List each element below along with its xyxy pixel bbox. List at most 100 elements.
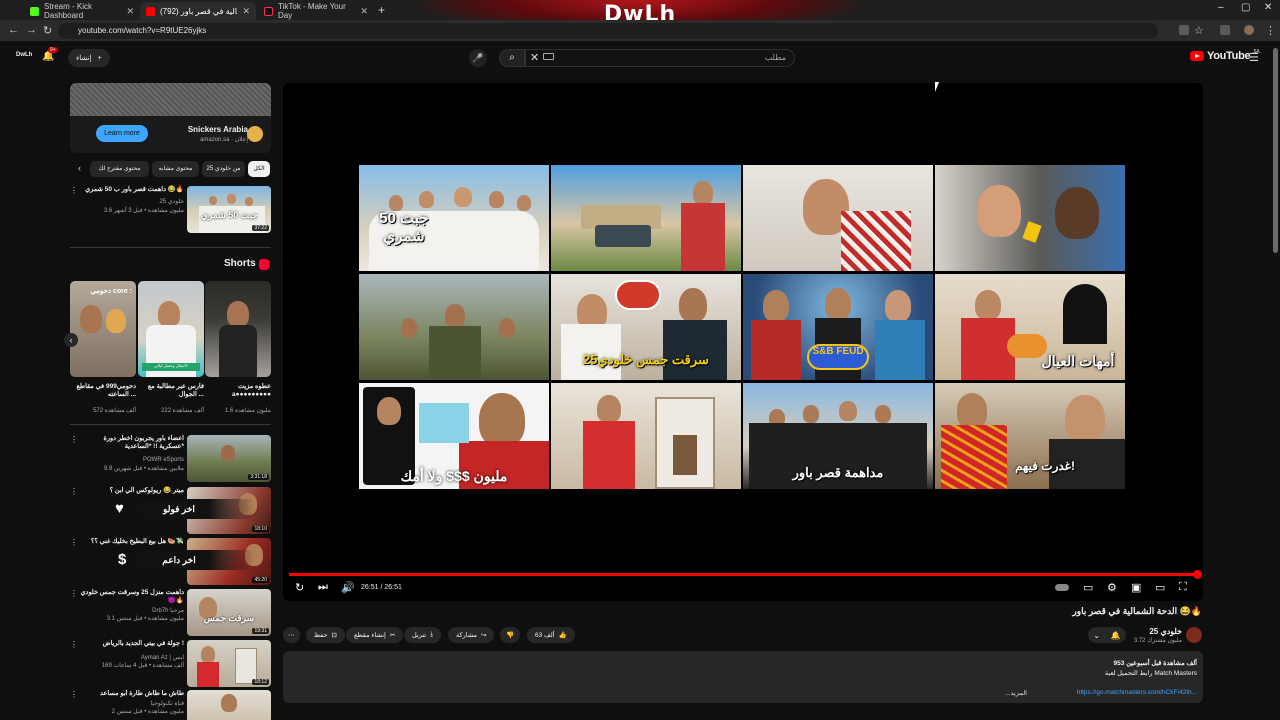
search-button[interactable]: ⌕ (499, 49, 525, 67)
channel-avatar[interactable] (1186, 627, 1202, 643)
short-thumbnail[interactable] (205, 281, 271, 377)
new-tab-button[interactable]: + (378, 3, 385, 17)
subscribed-button[interactable]: ⌄ 🔔 (1088, 627, 1126, 643)
autoplay-toggle[interactable] (1055, 584, 1069, 591)
chip-recommended[interactable]: محتوى مقترح لك (90, 161, 149, 177)
like-button[interactable]: 63 ألف 👍 (527, 627, 575, 643)
save-button[interactable]: حفظ ⊡ (306, 627, 345, 643)
progress-scrubber[interactable] (1193, 570, 1202, 579)
video-thumbnail[interactable]: سرقت جمس 19:31 (187, 589, 271, 636)
sponsored-ad-card[interactable]: Snickers Arabia amazon.sa · إعلان Learn … (70, 83, 271, 153)
end-screen-thumbnail[interactable] (935, 165, 1125, 271)
replay-icon[interactable]: ↻ (295, 581, 304, 594)
theater-mode-icon[interactable]: ▭ (1155, 581, 1165, 594)
bookmark-star-icon[interactable]: ☆ (1194, 24, 1204, 37)
more-options-icon[interactable]: ⋮ (70, 640, 78, 649)
voice-search-mic-icon[interactable]: 🎤 (469, 49, 487, 67)
tiktok-favicon-icon (264, 6, 273, 16)
related-video-item[interactable]: جبت 50 شمري 37:22 داهمت قصر باور ب 50 شم… (70, 186, 271, 236)
close-tab-icon[interactable]: ✕ (360, 6, 368, 17)
video-thumbnail[interactable] (187, 690, 271, 720)
related-video-item[interactable]: 18:10 اخر فولو ♥ ميتر 😂 ريولوكس الي ابن … (70, 487, 271, 537)
close-tab-icon[interactable]: ✕ (126, 6, 134, 17)
share-button[interactable]: مشاركة ↪ (448, 627, 495, 643)
related-video-item[interactable]: 45:20 اخر داعم $ هل بيع البطيخ بخليك غني… (70, 538, 271, 588)
description-box[interactable]: 953 ألف مشاهدة قبل أسبوعين رابط التحميل … (283, 651, 1203, 703)
more-options-icon[interactable]: ⋮ (70, 589, 78, 598)
end-screen-thumbnail[interactable] (743, 165, 933, 271)
volume-icon[interactable]: 🔊 (341, 581, 355, 594)
progress-bar[interactable] (289, 573, 1197, 576)
chip-all[interactable]: الكل (248, 161, 270, 177)
more-options-icon[interactable]: ⋮ (70, 690, 78, 699)
end-screen-thumbnail[interactable]: أمهات العيال (935, 274, 1125, 380)
video-thumbnail[interactable]: 18:12 (187, 640, 271, 687)
browser-tab-youtube[interactable]: (792) الدحة الشمالية في قصر باور ✕ (140, 2, 256, 20)
next-video-icon[interactable]: ⏭ (318, 581, 328, 594)
browser-menu-icon[interactable]: ⋮ (1265, 24, 1276, 37)
short-views: 572 ألف مشاهدة (93, 408, 136, 414)
search-input[interactable]: مطلب (525, 49, 795, 67)
video-thumbnail[interactable]: 3:31:18 (187, 435, 271, 482)
more-actions-button[interactable]: ⋯ (283, 627, 300, 643)
related-video-item[interactable]: 18:12 جولة في بيتي الجديد بالرياض ! Ayma… (70, 640, 271, 690)
miniplayer-icon[interactable]: ▣ (1131, 581, 1141, 594)
channel-avatar[interactable]: DwLh (16, 52, 32, 58)
learn-more-button[interactable]: Learn more (96, 125, 148, 142)
page-scrollbar[interactable] (1273, 48, 1278, 253)
video-thumbnail[interactable]: جبت 50 شمري 37:22 (187, 186, 271, 233)
end-screen-thumbnail[interactable]: جبت 50 شمري (359, 165, 549, 271)
browser-tab-kick[interactable]: Stream - Kick Dashboard ✕ (24, 2, 140, 20)
end-screen-thumbnail[interactable] (551, 165, 741, 271)
dislike-button[interactable]: 👎 (500, 627, 521, 643)
settings-gear-icon[interactable]: ⚙ (1107, 581, 1117, 594)
url-input[interactable]: youtube.com/watch?v=R9tUE26yjks (58, 23, 1158, 39)
end-screen-thumbnail[interactable] (359, 274, 549, 380)
create-button[interactable]: إنشاء + (68, 49, 110, 67)
ad-logo (247, 126, 263, 142)
shorts-prev-chevron-icon[interactable]: ‹ (64, 333, 78, 347)
short-thumbnail[interactable]: الانتقال وعسل ليالي (138, 281, 204, 377)
video-player[interactable]: جبت 50 شمري سرقت جمس خلودي25 S&B FEUD أم… (283, 83, 1203, 601)
browser-tab-tiktok[interactable]: TikTok - Make Your Day ✕ (258, 2, 374, 20)
more-options-icon[interactable]: ⋮ (70, 186, 78, 195)
clear-search-icon[interactable]: ✕ (530, 51, 539, 64)
more-options-icon[interactable]: ⋮ (70, 487, 78, 496)
fullscreen-icon[interactable]: ⛶ (1179, 581, 1187, 594)
end-screen-thumbnail[interactable]: S&B FEUD (743, 274, 933, 380)
short-thumbnail[interactable]: دحومي core : (70, 281, 136, 377)
keyboard-icon[interactable] (543, 53, 554, 60)
short-views: 1.6 مليون مشاهدة (224, 408, 271, 414)
close-tab-icon[interactable]: ✕ (242, 6, 250, 17)
chip-similar[interactable]: محتوى مشابه (152, 161, 199, 177)
related-video-item[interactable]: طاش ما طاش طارة أبو مساعد قناة تكنولوجيا… (70, 690, 271, 720)
close-window-button[interactable]: ✕ (1264, 2, 1272, 13)
extensions-icon[interactable] (1220, 25, 1230, 35)
guide-menu-icon[interactable]: ☰ (1249, 51, 1259, 64)
subtitles-icon[interactable]: ▭ (1083, 581, 1093, 594)
end-screen-thumbnail[interactable] (551, 383, 741, 489)
minimize-button[interactable]: – (1218, 2, 1224, 13)
chevron-left-icon[interactable]: ‹ (78, 163, 81, 173)
end-screen-thumbnail[interactable]: مداهمة قصر باور (743, 383, 933, 489)
maximize-button[interactable]: ▢ (1241, 2, 1250, 13)
end-screen-thumbnail[interactable]: سرقت جمس خلودي25 (551, 274, 741, 380)
chip-from-channel[interactable]: من خلودي 25 (202, 161, 245, 177)
end-screen-thumbnail[interactable]: غدرت فيهم! (935, 383, 1125, 489)
show-more-link[interactable]: ...المزيد (1005, 689, 1027, 697)
more-options-icon[interactable]: ⋮ (70, 538, 78, 547)
profile-avatar-icon[interactable] (1244, 25, 1254, 35)
cast-icon[interactable] (1179, 25, 1189, 35)
related-video-item[interactable]: 3:31:18 اعضاء باور يجربون اخطر دورة عسكر… (70, 435, 271, 485)
reload-icon[interactable]: ↻ (43, 24, 52, 37)
back-arrow-icon[interactable]: ← (8, 24, 19, 36)
download-button[interactable]: تنزيل ⤓ (404, 627, 441, 643)
forward-arrow-icon[interactable]: → (26, 24, 37, 36)
end-screen-thumbnail[interactable]: مليون $$$ ولا أمك (359, 383, 549, 489)
description-link[interactable]: https://go.matchmasters.com/hCkF/42ln... (1077, 689, 1197, 696)
clip-button[interactable]: إنشاء مقطع ✂ (346, 627, 404, 643)
more-options-icon[interactable]: ⋮ (70, 435, 78, 444)
clip-label: إنشاء مقطع (354, 632, 386, 639)
kick-favicon-icon (30, 6, 39, 16)
related-video-item[interactable]: سرقت جمس 19:31 داهمت منزل 25 وسرقت جمس خ… (70, 589, 271, 639)
